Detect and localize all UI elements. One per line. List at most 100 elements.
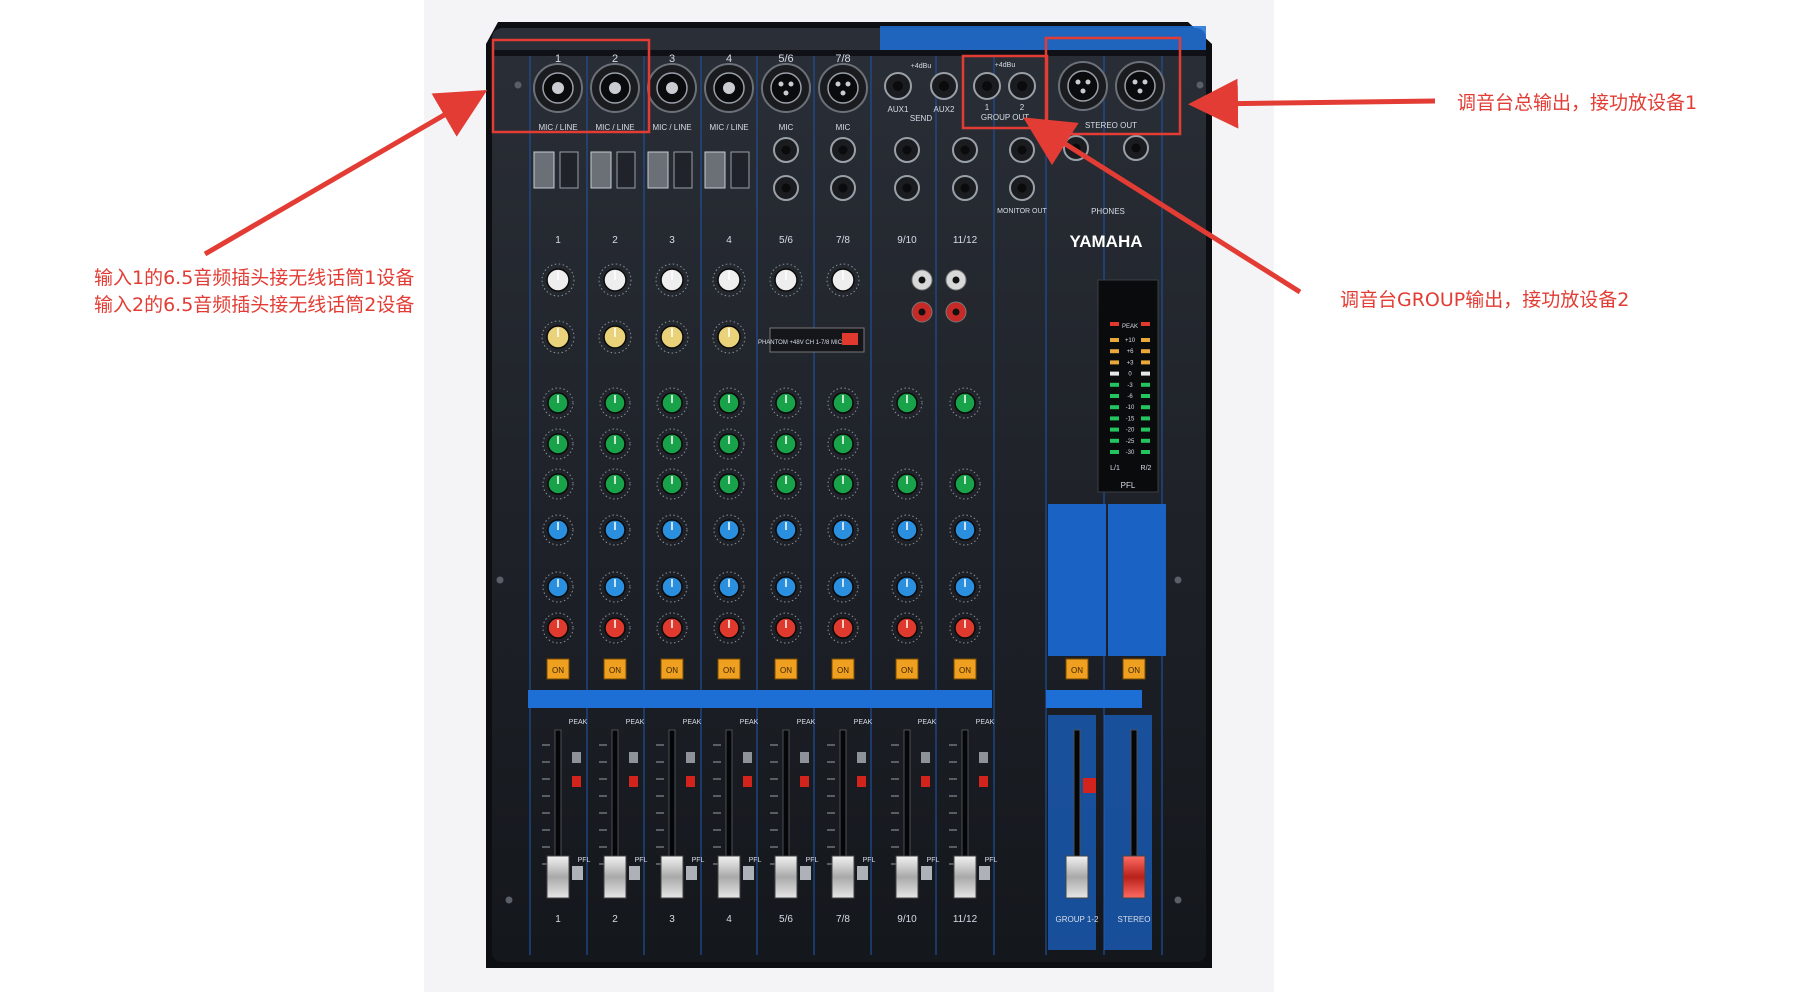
meter-led-left [1110, 382, 1119, 387]
trs-center [552, 82, 564, 94]
peak-label: PEAK [626, 719, 645, 726]
pfl-label: PFL [927, 857, 940, 864]
xlr-pin [788, 81, 794, 87]
jack-hole [902, 145, 912, 155]
fader-cap [774, 855, 798, 899]
meter-led-left [1110, 438, 1119, 443]
meter-led-right [1141, 416, 1150, 421]
st-assign-switch [629, 776, 638, 787]
pfl-button [800, 866, 811, 880]
on-button-label: ON [1071, 666, 1083, 675]
group-st-switch [1083, 778, 1096, 793]
on-button-label: ON [901, 666, 913, 675]
screw [505, 896, 513, 904]
meter-peak-label: PEAK [1122, 324, 1138, 330]
hpf-switch [730, 151, 750, 189]
meter-scale-label: -30 [1126, 450, 1135, 456]
channel-number-label: 4 [726, 235, 732, 246]
mix-assign-switch [743, 752, 752, 763]
mix-assign-switch [979, 752, 988, 763]
screw [1174, 576, 1182, 584]
jack-hole [960, 145, 970, 155]
fader-cap [660, 855, 684, 899]
meter-scale-label: -25 [1126, 439, 1135, 445]
screw [1174, 896, 1182, 904]
jack-hole [902, 183, 912, 193]
mix-assign-switch [572, 752, 581, 763]
input-note-line2: 输入2的6.5音频插头接无线话筒2设备 [94, 294, 415, 316]
pfl-label: PFL [749, 857, 762, 864]
on-button-label: ON [552, 666, 564, 675]
peak-label: PEAK [797, 719, 816, 726]
pfl-label: PFL [985, 857, 998, 864]
mix-assign-switch [629, 752, 638, 763]
master-fader-cap [1065, 855, 1089, 899]
meter-left-label: L/1 [1110, 465, 1120, 472]
jack-hole [1017, 145, 1027, 155]
input-number-label: 5/6 [778, 53, 793, 65]
blue-band [528, 690, 992, 708]
pfl-button [629, 866, 640, 880]
pad-switch [590, 151, 612, 189]
rca-hole [952, 276, 960, 284]
meter-led-right [1141, 450, 1150, 454]
trs-center [666, 82, 678, 94]
input-type-label: MIC / LINE [538, 123, 577, 132]
master-fader-cap [1122, 855, 1146, 899]
meter-led-left [1110, 427, 1119, 432]
hpf-switch [616, 151, 636, 189]
jack-hole [781, 183, 791, 193]
meter-led-left [1110, 450, 1119, 454]
input-note-line1: 输入1的6.5音频插头接无线话筒1设备 [94, 267, 415, 289]
xlr-pin [778, 81, 784, 87]
group-out-level-label: +4dBu [995, 62, 1016, 69]
mix-assign-switch [921, 752, 930, 763]
pfl-button [743, 866, 754, 880]
group-out-number: 2 [1020, 103, 1025, 112]
meter-led-left [1110, 416, 1119, 421]
input-type-label: MIC / LINE [595, 123, 634, 132]
level-meter: +10+6+30-3-6-10-15-20-25-30PEAKL/1 R/2PFL [1097, 279, 1159, 493]
channel-number-label: 1 [555, 235, 561, 246]
mix-assign-switch [800, 752, 809, 763]
meter-scale-label: -6 [1127, 394, 1133, 400]
channel-bottom-label: 2 [612, 914, 618, 925]
channel-bottom-label: 3 [669, 914, 675, 925]
send-level-label: +4dBu [911, 63, 932, 70]
xlr-jack-inner [770, 72, 802, 104]
on-button-label: ON [1128, 666, 1140, 675]
xlr-pin [783, 90, 789, 96]
rca-hole [952, 308, 960, 316]
xlr-pin [1137, 88, 1143, 94]
meter-scale-label: -20 [1126, 428, 1135, 434]
input-type-label: MIC / LINE [709, 123, 748, 132]
pfl-button [686, 866, 697, 880]
meter-led-right [1141, 360, 1150, 365]
on-button-label: ON [609, 666, 621, 675]
meter-led-left [1110, 349, 1119, 354]
meter-led-left [1110, 394, 1119, 398]
meter-scale-label: +10 [1125, 338, 1136, 344]
phantom-label: PHANTOM +48V CH 1-7/8 MIC [758, 340, 843, 346]
on-button-label: ON [666, 666, 678, 675]
screw [496, 576, 504, 584]
screw [514, 81, 522, 89]
input-number-label: 7/8 [835, 53, 850, 65]
jack-hole [1017, 81, 1027, 91]
st-assign-switch [686, 776, 695, 787]
on-button-label: ON [837, 666, 849, 675]
jack-hole [838, 183, 848, 193]
group-out-note: 调音台GROUP输出，接功放设备2 [1340, 289, 1630, 311]
jack-hole [982, 81, 992, 91]
xlr-pin [1085, 79, 1091, 85]
xlr-pin [845, 81, 851, 87]
meter-led-left [1110, 338, 1119, 342]
meter-led-left [1110, 405, 1119, 410]
meter-right-label: R/2 [1141, 465, 1152, 472]
screw [1196, 81, 1204, 89]
peak-label: PEAK [569, 719, 588, 726]
st-assign-switch [800, 776, 809, 787]
rca-hole [918, 308, 926, 316]
mix-assign-switch [686, 752, 695, 763]
pad-switch [704, 151, 726, 189]
